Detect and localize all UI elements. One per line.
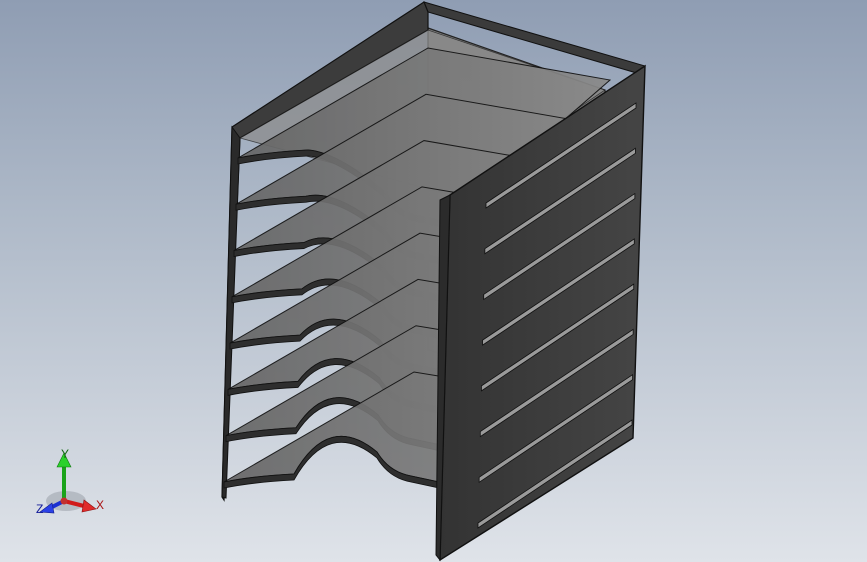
tray-model[interactable] (0, 0, 867, 562)
triad-origin (60, 497, 68, 505)
cad-viewport[interactable]: Y X Z (0, 0, 867, 562)
triad-x-label: X (96, 498, 104, 512)
triad-x-arrow (81, 499, 97, 513)
triad-z-label: Z (36, 502, 43, 516)
triad-y-label: Y (61, 447, 69, 461)
axis-triad[interactable]: Y X Z (30, 445, 110, 525)
left-panel-front-edge (221, 125, 241, 499)
